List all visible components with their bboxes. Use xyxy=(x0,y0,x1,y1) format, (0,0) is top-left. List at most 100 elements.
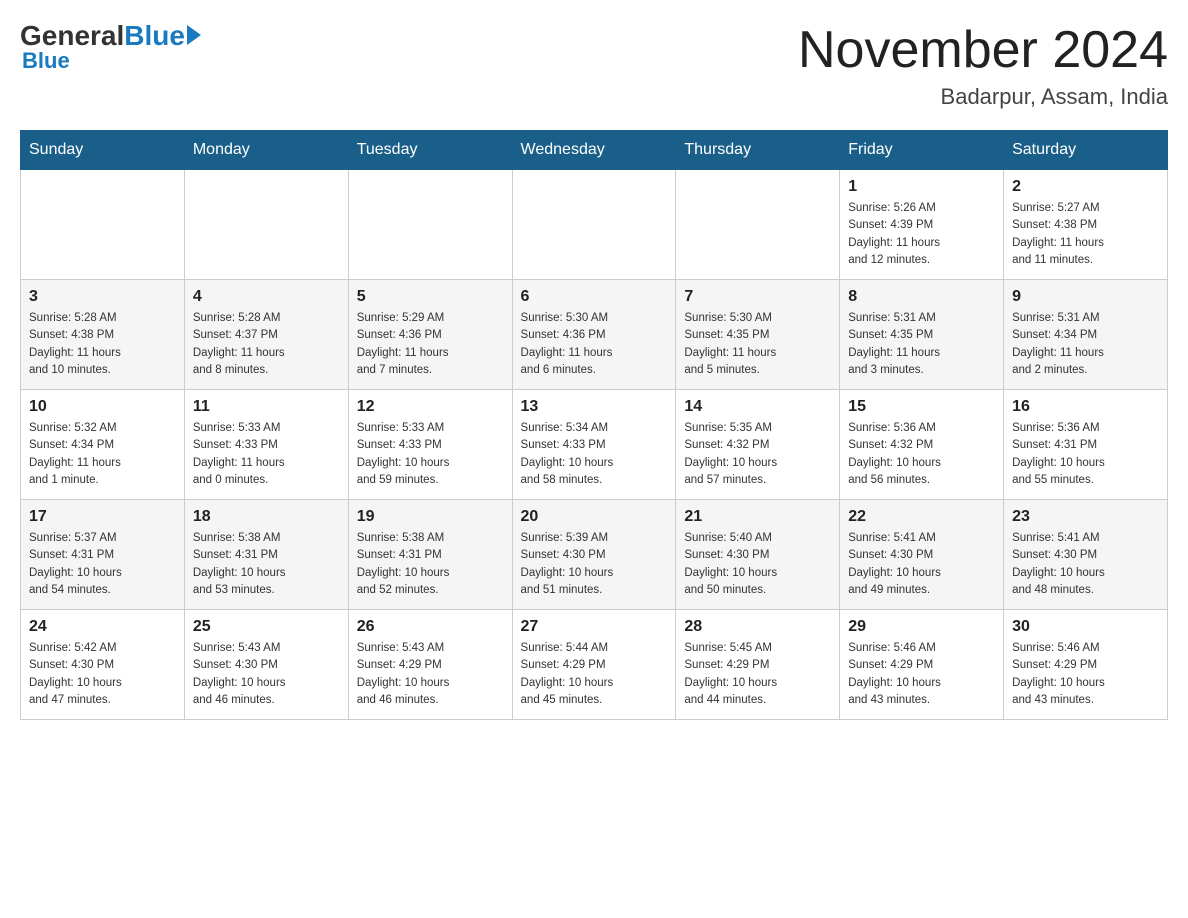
day-info: Sunrise: 5:38 AMSunset: 4:31 PMDaylight:… xyxy=(193,530,340,599)
weekday-header-sunday: Sunday xyxy=(21,131,185,170)
calendar-cell: 12 Sunrise: 5:33 AMSunset: 4:33 PMDayligh… xyxy=(348,390,512,500)
calendar-week-row: 24 Sunrise: 5:42 AMSunset: 4:30 PMDayligh… xyxy=(21,610,1168,720)
calendar-cell: 8 Sunrise: 5:31 AMSunset: 4:35 PMDaylight… xyxy=(840,280,1004,390)
calendar-cell: 26 Sunrise: 5:43 AMSunset: 4:29 PMDayligh… xyxy=(348,610,512,720)
day-info: Sunrise: 5:38 AMSunset: 4:31 PMDaylight:… xyxy=(357,530,504,599)
day-info: Sunrise: 5:44 AMSunset: 4:29 PMDaylight:… xyxy=(521,640,668,709)
weekday-header-thursday: Thursday xyxy=(676,131,840,170)
calendar-cell xyxy=(21,170,185,280)
calendar-cell: 3 Sunrise: 5:28 AMSunset: 4:38 PMDaylight… xyxy=(21,280,185,390)
calendar-week-row: 3 Sunrise: 5:28 AMSunset: 4:38 PMDaylight… xyxy=(21,280,1168,390)
logo-subtitle: Blue xyxy=(20,48,70,74)
calendar-cell: 27 Sunrise: 5:44 AMSunset: 4:29 PMDayligh… xyxy=(512,610,676,720)
day-number: 24 xyxy=(29,618,176,636)
day-info: Sunrise: 5:32 AMSunset: 4:34 PMDaylight:… xyxy=(29,420,176,489)
day-info: Sunrise: 5:26 AMSunset: 4:39 PMDaylight:… xyxy=(848,200,995,269)
day-info: Sunrise: 5:39 AMSunset: 4:30 PMDaylight:… xyxy=(521,530,668,599)
day-info: Sunrise: 5:43 AMSunset: 4:30 PMDaylight:… xyxy=(193,640,340,709)
day-number: 28 xyxy=(684,618,831,636)
day-number: 15 xyxy=(848,398,995,416)
day-number: 5 xyxy=(357,288,504,306)
day-number: 4 xyxy=(193,288,340,306)
calendar-cell: 13 Sunrise: 5:34 AMSunset: 4:33 PMDayligh… xyxy=(512,390,676,500)
calendar-cell xyxy=(348,170,512,280)
calendar-cell: 2Sunrise: 5:27 AMSunset: 4:38 PMDaylight… xyxy=(1004,170,1168,280)
day-number: 21 xyxy=(684,508,831,526)
calendar-cell xyxy=(512,170,676,280)
weekday-header-tuesday: Tuesday xyxy=(348,131,512,170)
day-info: Sunrise: 5:31 AMSunset: 4:34 PMDaylight:… xyxy=(1012,310,1159,379)
day-number: 20 xyxy=(521,508,668,526)
calendar-cell: 18 Sunrise: 5:38 AMSunset: 4:31 PMDayligh… xyxy=(184,500,348,610)
day-number: 18 xyxy=(193,508,340,526)
day-info: Sunrise: 5:28 AMSunset: 4:38 PMDaylight:… xyxy=(29,310,176,379)
day-number: 11 xyxy=(193,398,340,416)
day-number: 27 xyxy=(521,618,668,636)
day-number: 30 xyxy=(1012,618,1159,636)
weekday-header-wednesday: Wednesday xyxy=(512,131,676,170)
day-info: Sunrise: 5:41 AMSunset: 4:30 PMDaylight:… xyxy=(1012,530,1159,599)
header: General Blue Blue November 2024 Badarpur… xyxy=(20,20,1168,110)
calendar-week-row: 10Sunrise: 5:32 AMSunset: 4:34 PMDayligh… xyxy=(21,390,1168,500)
day-info: Sunrise: 5:40 AMSunset: 4:30 PMDaylight:… xyxy=(684,530,831,599)
day-number: 23 xyxy=(1012,508,1159,526)
day-info: Sunrise: 5:30 AMSunset: 4:36 PMDaylight:… xyxy=(521,310,668,379)
calendar-cell: 24 Sunrise: 5:42 AMSunset: 4:30 PMDayligh… xyxy=(21,610,185,720)
day-number: 8 xyxy=(848,288,995,306)
calendar-cell: 6 Sunrise: 5:30 AMSunset: 4:36 PMDaylight… xyxy=(512,280,676,390)
calendar-cell: 16 Sunrise: 5:36 AMSunset: 4:31 PMDayligh… xyxy=(1004,390,1168,500)
weekday-header-saturday: Saturday xyxy=(1004,131,1168,170)
day-number: 22 xyxy=(848,508,995,526)
day-info: Sunrise: 5:36 AMSunset: 4:32 PMDaylight:… xyxy=(848,420,995,489)
calendar-week-row: 17 Sunrise: 5:37 AMSunset: 4:31 PMDayligh… xyxy=(21,500,1168,610)
day-info: Sunrise: 5:33 AMSunset: 4:33 PMDaylight:… xyxy=(357,420,504,489)
calendar-cell: 4 Sunrise: 5:28 AMSunset: 4:37 PMDaylight… xyxy=(184,280,348,390)
day-number: 1 xyxy=(848,178,995,196)
day-info: Sunrise: 5:42 AMSunset: 4:30 PMDaylight:… xyxy=(29,640,176,709)
calendar-cell: 21 Sunrise: 5:40 AMSunset: 4:30 PMDayligh… xyxy=(676,500,840,610)
day-info: Sunrise: 5:46 AMSunset: 4:29 PMDaylight:… xyxy=(848,640,995,709)
day-number: 12 xyxy=(357,398,504,416)
day-info: Sunrise: 5:35 AMSunset: 4:32 PMDaylight:… xyxy=(684,420,831,489)
day-info: Sunrise: 5:29 AMSunset: 4:36 PMDaylight:… xyxy=(357,310,504,379)
day-number: 13 xyxy=(521,398,668,416)
day-info: Sunrise: 5:28 AMSunset: 4:37 PMDaylight:… xyxy=(193,310,340,379)
title-area: November 2024 Badarpur, Assam, India xyxy=(798,20,1168,110)
day-number: 16 xyxy=(1012,398,1159,416)
day-info: Sunrise: 5:36 AMSunset: 4:31 PMDaylight:… xyxy=(1012,420,1159,489)
calendar-cell: 25 Sunrise: 5:43 AMSunset: 4:30 PMDayligh… xyxy=(184,610,348,720)
calendar-cell: 11 Sunrise: 5:33 AMSunset: 4:33 PMDayligh… xyxy=(184,390,348,500)
day-number: 17 xyxy=(29,508,176,526)
location-title: Badarpur, Assam, India xyxy=(798,84,1168,110)
day-info: Sunrise: 5:43 AMSunset: 4:29 PMDaylight:… xyxy=(357,640,504,709)
calendar-cell: 23 Sunrise: 5:41 AMSunset: 4:30 PMDayligh… xyxy=(1004,500,1168,610)
calendar-cell: 1 Sunrise: 5:26 AMSunset: 4:39 PMDaylight… xyxy=(840,170,1004,280)
day-number: 6 xyxy=(521,288,668,306)
logo: General Blue Blue xyxy=(20,20,201,74)
day-number: 29 xyxy=(848,618,995,636)
calendar-cell: 30Sunrise: 5:46 AMSunset: 4:29 PMDayligh… xyxy=(1004,610,1168,720)
weekday-header-friday: Friday xyxy=(840,131,1004,170)
calendar-cell: 15 Sunrise: 5:36 AMSunset: 4:32 PMDayligh… xyxy=(840,390,1004,500)
day-info: Sunrise: 5:41 AMSunset: 4:30 PMDaylight:… xyxy=(848,530,995,599)
day-number: 9 xyxy=(1012,288,1159,306)
day-number: 19 xyxy=(357,508,504,526)
calendar-cell: 22 Sunrise: 5:41 AMSunset: 4:30 PMDayligh… xyxy=(840,500,1004,610)
day-number: 2 xyxy=(1012,178,1159,196)
day-info: Sunrise: 5:37 AMSunset: 4:31 PMDaylight:… xyxy=(29,530,176,599)
day-info: Sunrise: 5:33 AMSunset: 4:33 PMDaylight:… xyxy=(193,420,340,489)
day-number: 26 xyxy=(357,618,504,636)
calendar-cell xyxy=(184,170,348,280)
calendar-cell: 19 Sunrise: 5:38 AMSunset: 4:31 PMDayligh… xyxy=(348,500,512,610)
day-info: Sunrise: 5:31 AMSunset: 4:35 PMDaylight:… xyxy=(848,310,995,379)
logo-blue-text: Blue xyxy=(124,20,185,52)
day-number: 25 xyxy=(193,618,340,636)
logo-arrow-icon xyxy=(187,25,201,45)
day-number: 3 xyxy=(29,288,176,306)
day-info: Sunrise: 5:30 AMSunset: 4:35 PMDaylight:… xyxy=(684,310,831,379)
day-info: Sunrise: 5:34 AMSunset: 4:33 PMDaylight:… xyxy=(521,420,668,489)
day-info: Sunrise: 5:45 AMSunset: 4:29 PMDaylight:… xyxy=(684,640,831,709)
calendar-cell: 14Sunrise: 5:35 AMSunset: 4:32 PMDayligh… xyxy=(676,390,840,500)
calendar-cell: 10Sunrise: 5:32 AMSunset: 4:34 PMDayligh… xyxy=(21,390,185,500)
calendar-cell: 17 Sunrise: 5:37 AMSunset: 4:31 PMDayligh… xyxy=(21,500,185,610)
